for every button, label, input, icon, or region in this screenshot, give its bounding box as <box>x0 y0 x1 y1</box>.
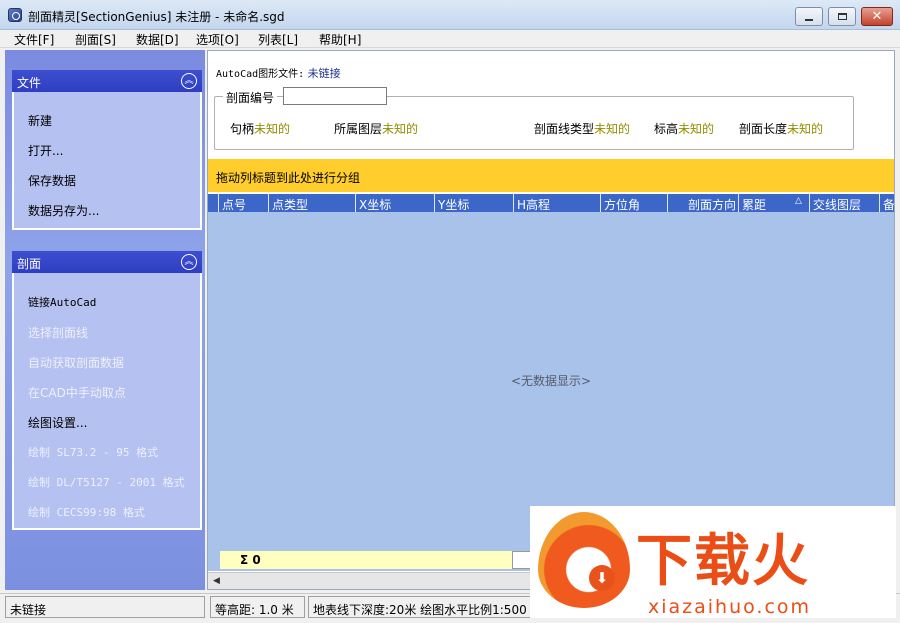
task-draw-sl73[interactable]: 绘制 SL73.2 - 95 格式 <box>28 444 158 460</box>
section-group-header[interactable]: 剖面 ︽ <box>12 251 202 273</box>
col-cumulative-distance[interactable]: 累距 △ <box>738 194 809 212</box>
col-h[interactable]: H高程 <box>513 194 600 212</box>
task-link-autocad[interactable]: 链接AutoCad <box>28 294 96 310</box>
task-open[interactable]: 打开... <box>28 142 63 159</box>
task-save[interactable]: 保存数据 <box>28 172 76 189</box>
prop-layer: 所属图层未知的 <box>334 120 418 137</box>
watermark-text: 下载火 <box>636 529 810 594</box>
task-draw-cecs99[interactable]: 绘制 CECS99:98 格式 <box>28 504 145 520</box>
grid-header: 点号 点类型 X坐标 Y坐标 H高程 方位角 剖面方向 累距 △ 交线图层 备 <box>208 194 894 212</box>
task-draw-settings[interactable]: 绘图设置... <box>28 414 87 431</box>
task-manual-pick[interactable]: 在CAD中手动取点 <box>28 384 126 401</box>
flame-logo-icon <box>538 512 630 608</box>
maximize-button[interactable] <box>828 7 856 26</box>
collapse-icon[interactable]: ︽ <box>181 254 197 270</box>
section-group-title: 剖面 <box>17 257 42 271</box>
col-y[interactable]: Y坐标 <box>434 194 513 212</box>
menu-list[interactable]: 列表[L] <box>258 31 298 48</box>
col-intersect-layer[interactable]: 交线图层 <box>809 194 879 212</box>
menu-file[interactable]: 文件[F] <box>14 31 54 48</box>
watermark: ⬇ 下载火 xiazaihuo.com <box>530 506 896 618</box>
scroll-left-icon[interactable]: ◀ <box>210 574 223 588</box>
task-auto-get-data[interactable]: 自动获取剖面数据 <box>28 354 124 371</box>
file-group-header[interactable]: 文件 ︽ <box>12 70 202 92</box>
autocad-value: 未链接 <box>307 67 341 80</box>
prop-length-value: 未知的 <box>787 122 824 136</box>
menu-section[interactable]: 剖面[S] <box>75 31 116 48</box>
prop-handle-label: 句柄 <box>230 122 255 136</box>
prop-layer-value: 未知的 <box>382 122 419 136</box>
close-icon: ✕ <box>871 9 883 24</box>
menu-help[interactable]: 帮助[H] <box>319 31 361 48</box>
menu-data[interactable]: 数据[D] <box>136 31 179 48</box>
prop-elevation-value: 未知的 <box>678 122 715 136</box>
prop-line-type-label: 剖面线类型 <box>534 122 595 136</box>
prop-elevation-label: 标高 <box>654 122 679 136</box>
prop-elevation: 标高未知的 <box>654 120 714 137</box>
section-number-input[interactable] <box>283 87 387 105</box>
empty-grid-message: <无数据显示> <box>510 374 592 388</box>
prop-length-label: 剖面长度 <box>739 122 788 136</box>
status-connection: 未链接 <box>5 596 205 618</box>
file-group-title: 文件 <box>17 76 42 90</box>
summary-count: Σ 0 <box>220 551 520 569</box>
prop-layer-label: 所属图层 <box>334 122 383 136</box>
group-by-panel[interactable]: 拖动列标题到此处进行分组 <box>208 159 894 192</box>
download-icon: ⬇ <box>589 565 615 591</box>
minimize-icon <box>805 18 813 21</box>
prop-line-type-value: 未知的 <box>594 122 631 136</box>
section-group-body: 链接AutoCad 选择剖面线 自动获取剖面数据 在CAD中手动取点 绘图设置.… <box>12 273 202 530</box>
autocad-label: AutoCad图形文件: <box>216 69 305 80</box>
collapse-icon[interactable]: ︽ <box>181 73 197 89</box>
file-group-body: 新建 打开... 保存数据 数据另存为... <box>12 92 202 230</box>
data-grid[interactable]: <无数据显示> <box>208 212 894 549</box>
prop-length: 剖面长度未知的 <box>739 120 823 137</box>
autocad-status: AutoCad图形文件: 未链接 <box>216 65 341 81</box>
maximize-icon <box>837 13 847 20</box>
col-point-no[interactable]: 点号 <box>218 194 268 212</box>
col-azimuth[interactable]: 方位角 <box>600 194 667 212</box>
watermark-url: xiazaihuo.com <box>648 596 812 618</box>
task-new[interactable]: 新建 <box>28 112 52 129</box>
app-icon <box>8 8 22 22</box>
col-cumulative-distance-label: 累距 <box>742 198 767 212</box>
minimize-button[interactable] <box>795 7 823 26</box>
title-bar: 剖面精灵[SectionGenius] 未注册 - 未命名.sgd ✕ <box>0 0 900 30</box>
col-direction[interactable]: 剖面方向 <box>667 194 738 212</box>
col-point-type[interactable]: 点类型 <box>268 194 355 212</box>
prop-line-type: 剖面线类型未知的 <box>534 120 630 137</box>
task-panel: 文件 ︽ 新建 打开... 保存数据 数据另存为... 剖面 ︽ 链接AutoC… <box>5 50 205 590</box>
task-draw-dlt5127[interactable]: 绘制 DL/T5127 - 2001 格式 <box>28 474 185 490</box>
col-x[interactable]: X坐标 <box>355 194 434 212</box>
menu-bar: 文件[F] 剖面[S] 数据[D] 选项[O] 列表[L] 帮助[H] <box>0 30 900 48</box>
menu-options[interactable]: 选项[O] <box>196 31 239 48</box>
close-button[interactable]: ✕ <box>861 7 893 26</box>
task-save-as[interactable]: 数据另存为... <box>28 202 99 219</box>
sort-ascending-icon: △ <box>795 196 802 206</box>
prop-handle: 句柄未知的 <box>230 120 290 137</box>
task-select-section-line[interactable]: 选择剖面线 <box>28 324 88 341</box>
prop-handle-value: 未知的 <box>254 122 291 136</box>
status-contour-interval: 等高距: 1.0 米 <box>210 596 305 618</box>
window-title: 剖面精灵[SectionGenius] 未注册 - 未命名.sgd <box>28 10 285 24</box>
section-number-label: 剖面编号 <box>223 89 278 106</box>
col-remark[interactable]: 备 <box>879 194 894 212</box>
